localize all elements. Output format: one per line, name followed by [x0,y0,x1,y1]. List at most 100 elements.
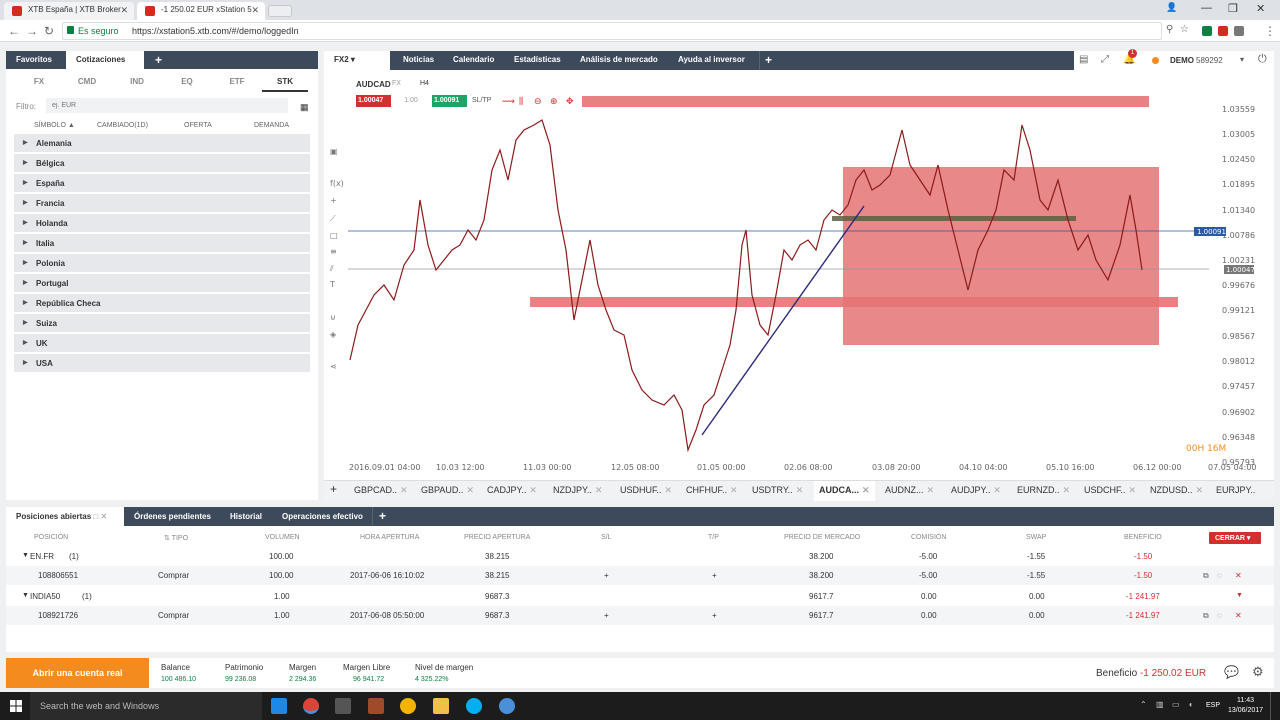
channel-tool-icon[interactable]: ⫽ [329,264,334,273]
price-chart[interactable]: ▣ f(x) + ⟋ □ ≡ ⫽ T ⊍ ◈ ⋖ ⟿ ⫼ ⊖ ⊕ ✥ 1.035… [324,70,1274,480]
network-icon[interactable]: ▥ [1156,700,1164,709]
instrument-tab[interactable]: GBPAUD.. ✕ [421,485,474,496]
col-precio-mercado[interactable]: PRECIO DE MERCADO [784,534,860,541]
tray-chevron-icon[interactable]: ⌃ [1140,700,1147,709]
tab-calendario[interactable]: Calendario [453,55,494,64]
country-row-belgica[interactable]: ▶ Bélgica [14,154,310,173]
close-icon[interactable]: ✕ [466,485,474,495]
zoom-out-icon[interactable]: ⊖ [534,97,542,107]
rectangle-tool-icon[interactable]: □ [330,231,338,240]
move-icon[interactable]: ✥ [566,97,574,107]
chevron-down-icon[interactable]: ▼ [1236,592,1243,599]
tab-analisis[interactable]: Análisis de mercado [580,55,658,64]
column-demand[interactable]: DEMANDA [254,122,289,129]
open-real-account-button[interactable]: Abrir una cuenta real [6,658,149,688]
country-row-portugal[interactable]: ▶ Portugal [14,274,310,293]
instrument-tab[interactable]: NZDUSD.. ✕ [1150,485,1203,496]
close-icon[interactable]: ✕ [993,485,1001,495]
trend-line[interactable] [701,205,865,436]
add-tp-button[interactable]: + [712,611,717,620]
column-changed[interactable]: CAMBIADO(1D) [97,122,148,129]
close-icon[interactable]: ✕ [1063,485,1071,495]
instrument-tab[interactable]: USDCHF.. ✕ [1084,485,1136,496]
copy-icon[interactable]: ⧉ [1203,571,1209,581]
media-icon[interactable] [368,698,384,714]
cursor-tool-icon[interactable]: ▣ [330,147,338,156]
grid-view-icon[interactable]: ▦ [300,102,309,113]
taskbar-search[interactable]: Search the web and Windows [30,692,262,720]
extension-icon[interactable] [1202,26,1212,36]
tab-historial[interactable]: Historial [230,512,262,521]
close-icon[interactable]: ✕ [1196,485,1204,495]
position-group-row[interactable]: ▼ INDIA50 (1) 1.00 9687.3 9617.7 0.00 0.… [6,587,1274,606]
country-row-usa[interactable]: ▶ USA [14,354,310,373]
language-indicator[interactable]: ESP [1206,702,1220,709]
instrument-tab[interactable]: EURJPY.. [1216,485,1255,495]
edit-icon[interactable]: ◌ [1217,571,1222,580]
chevron-down-icon[interactable]: ▾ [1240,55,1244,64]
add-tab-button[interactable]: + [759,51,777,70]
add-tp-button[interactable]: + [712,571,717,580]
close-icon[interactable]: ✕ [862,485,870,495]
close-icon[interactable]: ✕ [796,485,804,495]
edit-icon[interactable]: ◌ [1217,611,1222,620]
menu-icon[interactable]: ⋮ [1264,24,1276,38]
location-icon[interactable]: ⚲ [1166,24,1173,35]
add-instrument-button[interactable]: + [330,482,337,496]
position-row[interactable]: 108806551 Comprar 100.00 2017-06-06 16:1… [6,566,1274,585]
add-sl-button[interactable]: + [604,571,609,580]
col-tipo[interactable]: ⇅ TIPO [164,534,188,542]
country-row-holanda[interactable]: ▶ Holanda [14,214,310,233]
close-icon[interactable]: ✕ [927,485,935,495]
instrument-tab[interactable]: USDHUF.. ✕ [620,485,672,496]
add-tab-button[interactable]: + [146,51,174,69]
extension-icon[interactable] [1218,26,1228,36]
country-row-espana[interactable]: ▶ España [14,174,310,193]
subtab-eq[interactable]: EQ [164,73,210,90]
app-snowflake-icon[interactable] [499,698,515,714]
country-row-italia[interactable]: ▶ Italia [14,234,310,253]
instrument-tab[interactable]: USDTRY.. ✕ [752,485,803,496]
layers-tool-icon[interactable]: ◈ [330,330,337,339]
tab-ayuda[interactable]: Ayuda al inversor [678,55,745,64]
show-desktop-button[interactable] [1270,692,1280,720]
layout-icon[interactable]: ▤ [1079,54,1088,65]
close-icon[interactable]: ✕ [400,485,408,495]
instrument-tab[interactable]: EURNZD.. ✕ [1017,485,1070,496]
taskbar-clock[interactable]: 11:43 13/06/2017 [1228,696,1263,716]
collapse-icon[interactable]: ▼ [22,592,29,599]
tab-operaciones-efectivo[interactable]: Operaciones efectivo [282,512,363,521]
app-icon[interactable] [400,698,416,714]
col-beneficio[interactable]: BENEFICIO [1124,534,1162,541]
windows-start-icon[interactable] [10,700,22,712]
close-icon[interactable]: ✕ [595,485,603,495]
subtab-ind[interactable]: IND [114,73,160,90]
function-tool-icon[interactable]: f(x) [330,179,344,188]
candles-icon[interactable]: ⫼ [519,96,523,107]
battery-icon[interactable]: ▭ [1172,700,1180,709]
skype-icon[interactable] [466,698,482,714]
country-row-polonia[interactable]: ▶ Polonia [14,254,310,273]
chat-icon[interactable]: 💬 [1224,665,1239,679]
col-precio-apertura[interactable]: PRECIO APERTURA [464,534,530,541]
close-icon[interactable]: ✕ [120,5,128,16]
country-row-uk[interactable]: ▶ UK [14,334,310,353]
crosshair-tool-icon[interactable]: + [330,196,337,205]
country-row-republica-checa[interactable]: ▶ República Checa [14,294,310,313]
folder-icon[interactable] [433,698,449,714]
instrument-tab-active[interactable]: AUDCA... ✕ [814,481,875,501]
instrument-tab[interactable]: AUDNZ... ✕ [885,485,934,496]
col-swap[interactable]: SWAP [1026,534,1046,541]
position-group-row[interactable]: ▼ EN.FR (1) 100.00 38.215 38.200 -5.00 -… [6,547,1274,566]
col-comision[interactable]: COMISIÓN [911,534,946,541]
subtab-stk[interactable]: STK [262,73,308,92]
tab-noticias[interactable]: Noticias [403,55,434,64]
filter-input[interactable] [46,98,288,113]
col-volumen[interactable]: VOLUMEN [265,534,300,541]
instrument-tab[interactable]: CADJPY.. ✕ [487,485,537,496]
col-hora-apertura[interactable]: HORA APERTURA [360,534,419,541]
col-posicion[interactable]: POSICIÓN [34,534,68,541]
close-icon[interactable]: ✕ [251,5,259,16]
close-icon[interactable]: ✕ [1129,485,1137,495]
window-close-icon[interactable]: ✕ [1256,2,1265,15]
